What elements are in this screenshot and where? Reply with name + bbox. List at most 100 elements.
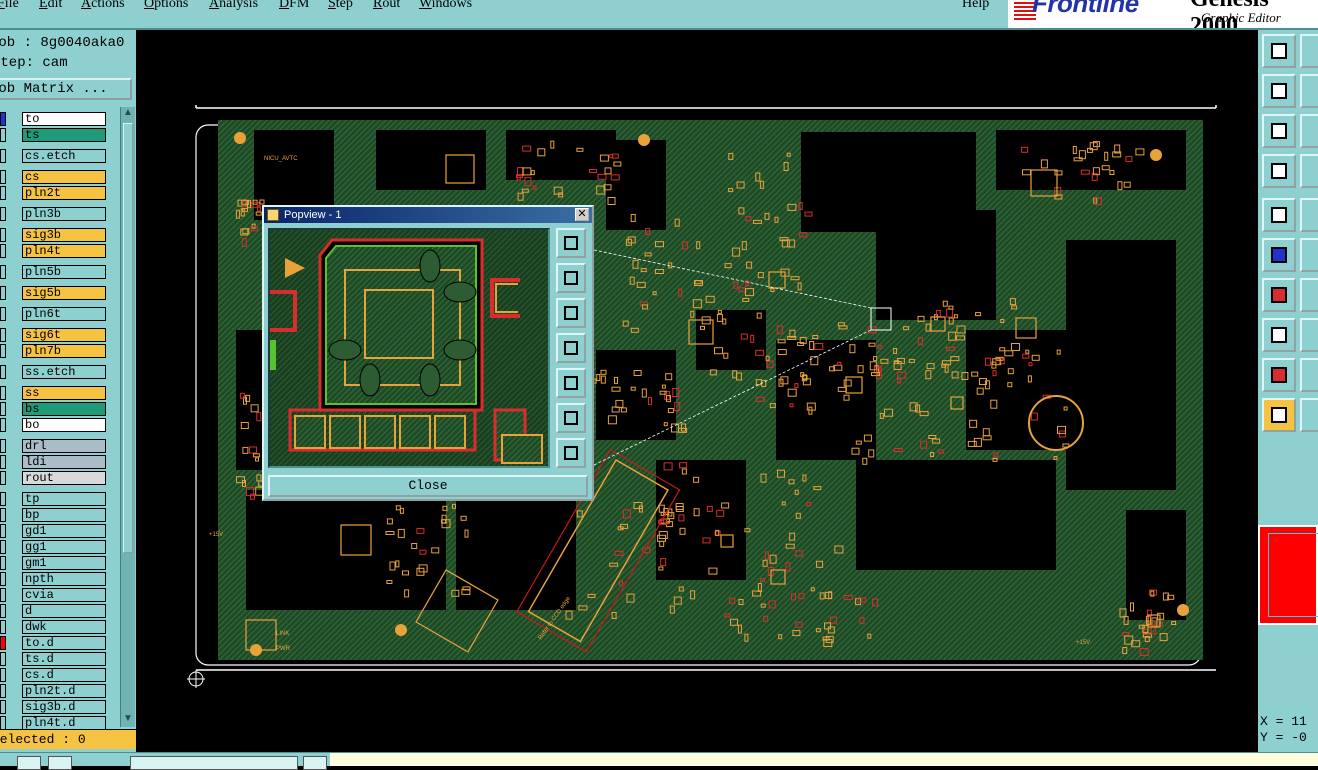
layer-row[interactable]: bs xyxy=(0,402,106,416)
layer-color-box[interactable] xyxy=(0,244,6,258)
layer-row[interactable]: pln6t xyxy=(0,307,106,321)
layer-row[interactable]: cs.etch xyxy=(0,149,106,163)
tool-button-secondary[interactable] xyxy=(1300,358,1318,392)
pointer-icon[interactable] xyxy=(1262,398,1296,432)
layer-name[interactable]: pln4t.d xyxy=(22,716,106,729)
job-matrix-button[interactable]: Job Matrix ... xyxy=(0,78,132,100)
layer-name[interactable]: pln5b xyxy=(22,265,106,279)
layer-row[interactable]: tp xyxy=(0,492,106,506)
layer-row[interactable]: ss.etch xyxy=(0,365,106,379)
layer-color-box[interactable] xyxy=(0,556,6,570)
layer-row[interactable]: npth xyxy=(0,572,106,586)
layer-name[interactable]: bp xyxy=(22,508,106,522)
layer-row[interactable]: pln7b xyxy=(0,344,106,358)
layer-row[interactable]: rout xyxy=(0,471,106,485)
layer-row[interactable]: pln4t xyxy=(0,244,106,258)
scroll-down-icon[interactable]: ▼ xyxy=(121,713,135,725)
layer-name[interactable]: bs xyxy=(22,402,106,416)
tool-button-secondary[interactable] xyxy=(1300,74,1318,108)
layer-row[interactable]: gm1 xyxy=(0,556,106,570)
layer-color-box[interactable] xyxy=(0,128,6,142)
layer-color-box[interactable] xyxy=(0,265,6,279)
layer-row[interactable]: pln4t.d xyxy=(0,716,106,729)
scroll-thumb[interactable] xyxy=(123,123,133,553)
pv-pan-down-icon[interactable] xyxy=(556,298,586,328)
layer-color-box[interactable] xyxy=(0,684,6,698)
layer-row[interactable]: dwk xyxy=(0,620,106,634)
tool-button-secondary[interactable] xyxy=(1300,278,1318,312)
pv-center-icon[interactable] xyxy=(556,438,586,468)
menu-options[interactable]: Options xyxy=(144,0,188,12)
tool-button-secondary[interactable] xyxy=(1300,398,1318,432)
layer-color-box[interactable] xyxy=(0,402,6,416)
layer-row[interactable]: sig3b.d xyxy=(0,700,106,714)
layer-row[interactable]: drl xyxy=(0,439,106,453)
select-point-icon[interactable] xyxy=(1262,198,1296,232)
layer-color-box[interactable] xyxy=(0,307,6,321)
pad-tool-icon[interactable] xyxy=(1262,318,1296,352)
layer-color-box[interactable] xyxy=(0,508,6,522)
layer-color-box[interactable] xyxy=(0,716,6,729)
bottom-button[interactable] xyxy=(17,756,41,770)
tool-button-secondary[interactable] xyxy=(1300,154,1318,188)
layer-color-box[interactable] xyxy=(0,365,6,379)
layer-name[interactable]: pln4t xyxy=(22,244,106,258)
layer-color-box[interactable] xyxy=(0,652,6,666)
layer-name[interactable]: sig6t xyxy=(22,328,106,342)
zoom-in-icon[interactable] xyxy=(1262,74,1296,108)
tool-button-secondary[interactable] xyxy=(1300,238,1318,272)
layer-row[interactable]: ts xyxy=(0,128,106,142)
layer-name[interactable]: gm1 xyxy=(22,556,106,570)
menu-dfm[interactable]: DFM xyxy=(279,0,309,12)
layer-name[interactable]: pln3b xyxy=(22,207,106,221)
layer-name[interactable]: dwk xyxy=(22,620,106,634)
layer-name[interactable]: sig5b xyxy=(22,286,106,300)
menu-step[interactable]: Step xyxy=(328,0,353,12)
layer-name[interactable]: gd1 xyxy=(22,524,106,538)
layer-row[interactable]: gg1 xyxy=(0,540,106,554)
layer-row[interactable]: pln2t.d xyxy=(0,684,106,698)
layer-name[interactable]: ldi xyxy=(22,455,106,469)
layer-row[interactable]: cvia xyxy=(0,588,106,602)
layer-color-box[interactable] xyxy=(0,418,6,432)
layer-name[interactable]: to.d xyxy=(22,636,106,650)
layer-color-box[interactable] xyxy=(0,636,6,650)
layer-color-box[interactable] xyxy=(0,620,6,634)
layer-color-box[interactable] xyxy=(0,112,6,126)
layer-row[interactable]: d xyxy=(0,604,106,618)
layer-row[interactable]: cs.d xyxy=(0,668,106,682)
tool-button-secondary[interactable] xyxy=(1300,34,1318,68)
layer-color-box[interactable] xyxy=(0,170,6,184)
scroll-up-icon[interactable]: ▲ xyxy=(121,107,135,119)
layer-color-box[interactable] xyxy=(0,588,6,602)
zoom-fit-icon[interactable] xyxy=(1262,114,1296,148)
pv-pan-up-icon[interactable] xyxy=(556,263,586,293)
layer-color-box[interactable] xyxy=(0,524,6,538)
layer-row[interactable]: to xyxy=(0,112,106,126)
layer-color-box[interactable] xyxy=(0,386,6,400)
layer-color-box[interactable] xyxy=(0,668,6,682)
layer-color-box[interactable] xyxy=(0,328,6,342)
bottom-button[interactable] xyxy=(48,756,72,770)
settings-icon[interactable] xyxy=(1262,154,1296,188)
layer-row[interactable]: bo xyxy=(0,418,106,432)
close-button[interactable]: Close xyxy=(268,475,588,497)
layer-row[interactable]: sig3b xyxy=(0,228,106,242)
layer-name[interactable]: npth xyxy=(22,572,106,586)
layer-name[interactable]: pln7b xyxy=(22,344,106,358)
menu-actions[interactable]: Actions xyxy=(81,0,125,12)
layer-row[interactable]: ss xyxy=(0,386,106,400)
layer-name[interactable]: gg1 xyxy=(22,540,106,554)
layer-row[interactable]: pln5b xyxy=(0,265,106,279)
menu-edit[interactable]: Edit xyxy=(39,0,62,12)
layer-name[interactable]: ss xyxy=(22,386,106,400)
layer-name[interactable]: cs.d xyxy=(22,668,106,682)
popview-titlebar[interactable]: Popview - 1 ✕ xyxy=(264,207,592,223)
connect-icon[interactable] xyxy=(1262,238,1296,272)
menu-rout[interactable]: Rout xyxy=(373,0,400,12)
polygon-tool-icon[interactable] xyxy=(1262,358,1296,392)
menu-file[interactable]: File xyxy=(0,0,19,12)
command-field[interactable] xyxy=(130,756,298,770)
tool-button-secondary[interactable] xyxy=(1300,198,1318,232)
layer-color-box[interactable] xyxy=(0,149,6,163)
